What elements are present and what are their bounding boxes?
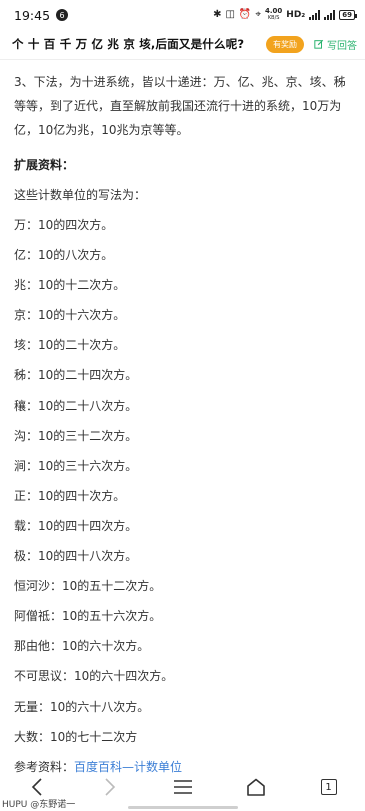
list-item: 秭：10的二十四次方。 [14, 368, 138, 383]
home-indicator [128, 806, 238, 809]
home-button[interactable] [238, 772, 274, 802]
list-item: 兆：10的十二次方。 [14, 278, 126, 293]
status-bar: 19:45 6 ✱ ◫ ⏰ ⌖ 4.00 KB/S HD₂ 69 [0, 0, 365, 30]
nfc-icon: ✱ [213, 9, 222, 20]
edit-icon [314, 39, 324, 49]
battery-icon: 69 [339, 10, 357, 20]
alarm-icon: ⏰ [238, 9, 252, 20]
forward-button[interactable] [92, 772, 128, 802]
back-arrow-icon [31, 778, 42, 796]
list-item: 恒河沙：10的五十二次方。 [14, 579, 162, 594]
net-speed-unit: KB/S [267, 15, 280, 21]
notification-count-badge: 6 [56, 9, 69, 21]
header-divider [0, 59, 365, 60]
list-item: 无量：10的六十八次方。 [14, 699, 150, 714]
tabs-button[interactable]: 1 [311, 772, 347, 802]
list-item: 那由他：10的六十次方。 [14, 639, 150, 654]
question-header: 个 十 百 千 万 亿 兆 京 垓,后面又是什么呢? 有奖励 写回答 [0, 30, 365, 58]
reward-badge[interactable]: 有奖励 [266, 35, 304, 53]
extended-info-heading: 扩展资料： [14, 158, 75, 172]
list-item: 沟：10的三十二次方。 [14, 428, 138, 443]
signal-4g-icon [309, 10, 321, 20]
vibrate-icon: ◫ [225, 9, 235, 20]
list-item: 京：10的十六次方。 [14, 308, 126, 323]
list-item: 涧：10的三十六次方。 [14, 458, 138, 473]
list-item: 万：10的四次方。 [14, 218, 114, 232]
list-item: 载：10的四十四次方。 [14, 518, 138, 533]
net-speed-value: 4.00 [265, 7, 283, 15]
net-speed: 4.00 KB/S [265, 8, 282, 22]
home-icon [246, 778, 265, 796]
list-item: 正：10的四十次方。 [14, 488, 126, 503]
list-item: 大数：10的七十二次方 [14, 729, 138, 744]
list-intro: 这些计数单位的写法为： [14, 188, 147, 202]
question-title[interactable]: 个 十 百 千 万 亿 兆 京 垓,后面又是什么呢? [12, 36, 244, 52]
unit-list: 万：10的四次方。 亿：10的八次方。 兆：10的十二次方。 京：10的十六次方… [14, 210, 354, 752]
list-item: 极：10的四十八次方。 [14, 549, 138, 564]
watermark: HUPU @东野诺一 [2, 800, 76, 810]
location-icon: ⌖ [255, 9, 262, 20]
list-item: 亿：10的八次方。 [14, 248, 114, 263]
forward-arrow-icon [104, 778, 115, 796]
menu-icon [173, 780, 192, 794]
menu-button[interactable] [165, 772, 201, 802]
write-answer-label: 写回答 [327, 40, 357, 52]
list-item: 阿僧祗：10的五十六次方。 [14, 609, 162, 624]
status-time: 19:45 [14, 7, 51, 23]
list-item: 穰：10的二十八次方。 [14, 398, 138, 413]
write-answer-button[interactable]: 写回答 [314, 37, 357, 52]
list-item: 不可思议：10的六十四次方。 [14, 669, 174, 684]
tab-count-badge: 1 [320, 779, 337, 795]
status-icons: ✱ ◫ ⏰ ⌖ 4.00 KB/S HD₂ 69 [213, 8, 357, 22]
hd-label: HD₂ [286, 10, 306, 20]
intro-paragraph: 3、下法，为十进系统，皆以十递进：万、亿、兆、京、垓、秭等等，到了近代，直至解放… [14, 75, 346, 137]
list-item: 垓：10的二十次方。 [14, 338, 126, 353]
signal-5g-icon [324, 10, 336, 20]
answer-content: 3、下法，为十进系统，皆以十递进：万、亿、兆、京、垓、秭等等，到了近代，直至解放… [14, 70, 354, 782]
